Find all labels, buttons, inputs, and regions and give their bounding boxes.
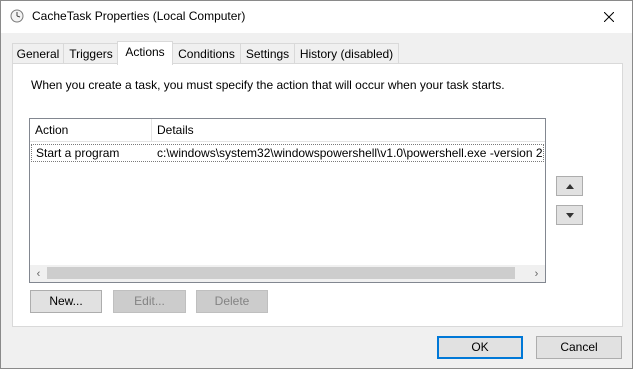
header-divider [30, 141, 545, 142]
table-row[interactable]: Start a program c:\windows\system32\wind… [31, 144, 544, 162]
cancel-button[interactable]: Cancel [536, 336, 622, 359]
tab-triggers[interactable]: Triggers [63, 43, 119, 64]
actions-tab-panel: When you create a task, you must specify… [12, 63, 623, 327]
close-button[interactable] [586, 1, 632, 33]
properties-dialog: CacheTask Properties (Local Computer) Ge… [0, 0, 633, 369]
close-icon [604, 12, 614, 22]
tab-conditions[interactable]: Conditions [172, 43, 241, 64]
column-header-action[interactable]: Action [30, 119, 152, 141]
column-header-details[interactable]: Details [152, 119, 545, 141]
tab-actions[interactable]: Actions [117, 41, 173, 65]
tab-settings[interactable]: Settings [240, 43, 295, 64]
edit-action-button[interactable]: Edit... [113, 290, 186, 313]
row-action: Start a program [36, 146, 120, 160]
new-action-button[interactable]: New... [30, 290, 102, 313]
tab-general[interactable]: General [12, 43, 64, 64]
scroll-right-icon[interactable]: › [528, 265, 545, 282]
delete-action-button[interactable]: Delete [196, 290, 268, 313]
arrow-down-icon [565, 212, 574, 218]
title-bar[interactable]: CacheTask Properties (Local Computer) [1, 1, 632, 33]
arrow-up-icon [565, 183, 574, 189]
window-title: CacheTask Properties (Local Computer) [32, 9, 246, 23]
move-up-button[interactable] [556, 176, 583, 196]
scrollbar-thumb[interactable] [47, 267, 515, 279]
clock-icon [10, 9, 24, 23]
row-details: c:\windows\system32\windowspowershell\v1… [157, 146, 543, 160]
actions-list[interactable]: Action Details Start a program c:\window… [29, 118, 546, 283]
tab-history[interactable]: History (disabled) [294, 43, 399, 64]
ok-button[interactable]: OK [437, 336, 523, 359]
scroll-left-icon[interactable]: ‹ [30, 265, 47, 282]
actions-description: When you create a task, you must specify… [31, 78, 505, 92]
horizontal-scrollbar[interactable]: ‹ › [30, 265, 545, 282]
move-down-button[interactable] [556, 205, 583, 225]
